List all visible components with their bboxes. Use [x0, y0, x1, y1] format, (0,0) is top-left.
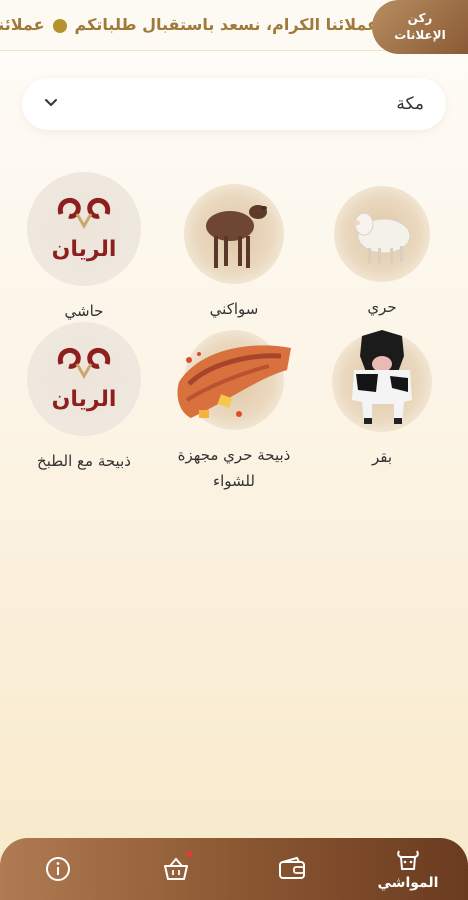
- alrayan-logo-text: الريان: [52, 237, 117, 262]
- ticker-text: عملائنا الكرام، نسعد باستقبال طلباتكم عمل…: [0, 0, 378, 50]
- chevron-down-icon: [45, 99, 57, 107]
- category-label: حاشي: [64, 302, 104, 320]
- nav-livestock-label: المواشي: [377, 875, 439, 891]
- ads-corner-line1: ركن: [407, 11, 433, 25]
- city-selected-value: مكة: [396, 94, 424, 114]
- category-label: حري: [367, 298, 397, 316]
- brown-sheep-image: [184, 184, 284, 284]
- category-hari[interactable]: حري: [312, 180, 452, 320]
- grilled-lamb-image: [177, 330, 291, 430]
- category-cooked[interactable]: الريان ذبيحة مع الطبخ: [14, 322, 154, 474]
- info-icon: [46, 857, 70, 881]
- category-baqar[interactable]: بقر: [312, 328, 452, 470]
- cart-badge-dot: [186, 851, 192, 857]
- ticker-message-2: عملائنا الكرام، نسعد باستقبال طلباتكم: [0, 15, 45, 34]
- nav-wallet[interactable]: [252, 838, 332, 900]
- alrayan-logo: الريان: [27, 172, 141, 286]
- ads-corner-line2: الإعلانات: [394, 28, 446, 42]
- category-label: سواكني: [209, 300, 259, 318]
- category-label: ذبيحة مع الطبخ: [37, 452, 131, 470]
- category-sawakni[interactable]: سواكني: [164, 180, 304, 322]
- ticker-separator-dot: [52, 18, 67, 33]
- white-sheep-image: [334, 186, 430, 282]
- city-dropdown[interactable]: مكة: [22, 78, 446, 130]
- ads-corner-button[interactable]: ركن الإعلانات: [372, 0, 468, 54]
- cow-image: [332, 330, 432, 432]
- bottom-navigation: المواشي: [0, 838, 468, 900]
- category-label: بقر: [371, 448, 393, 466]
- category-label: ذبيحة حري مجهزة للشواء: [177, 446, 291, 490]
- alrayan-logo: الريان: [27, 322, 141, 436]
- basket-icon: [164, 857, 188, 880]
- nav-basket[interactable]: [136, 838, 216, 900]
- nav-livestock[interactable]: المواشي: [368, 838, 448, 900]
- category-grill-lamb[interactable]: ذبيحة حري مجهزة للشواء: [164, 330, 304, 494]
- nav-info[interactable]: [18, 838, 98, 900]
- alrayan-logo-text: الريان: [52, 387, 117, 412]
- livestock-icon: [397, 850, 419, 870]
- category-hashi[interactable]: الريان حاشي: [14, 172, 154, 324]
- wallet-icon: [279, 856, 305, 879]
- ticker-message-1: عملائنا الكرام، نسعد باستقبال طلباتكم: [74, 15, 378, 34]
